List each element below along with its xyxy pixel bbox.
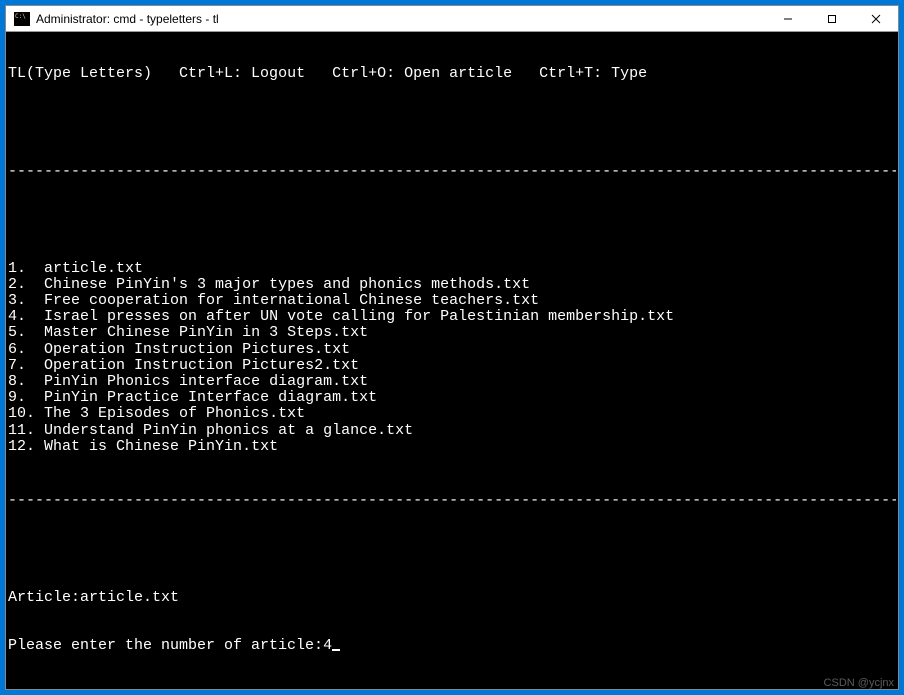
file-number: 7. [8,357,26,374]
article-value: article.txt [80,590,179,606]
divider-bottom: ----------------------------------------… [8,493,896,509]
bottom-section: ----------------------------------------… [8,460,896,687]
maximize-button[interactable] [810,6,854,31]
file-name: Free cooperation for international Chine… [44,292,539,309]
file-item: 4. Israel presses on after UN vote calli… [8,309,896,325]
file-number: 10. [8,405,35,422]
file-item: 6. Operation Instruction Pictures.txt [8,342,896,358]
minimize-button[interactable] [766,6,810,31]
shortcut-open: Ctrl+O: Open article [332,66,512,82]
cmd-window: Administrator: cmd - typeletters - tl TL… [5,5,899,690]
file-number: 2. [8,276,26,293]
window-controls [766,6,898,31]
window-title: Administrator: cmd - typeletters - tl [36,12,766,26]
file-item: 10. The 3 Episodes of Phonics.txt [8,406,896,422]
blank-line [8,541,896,557]
file-item: 7. Operation Instruction Pictures2.txt [8,358,896,374]
divider-top: ----------------------------------------… [8,164,896,180]
cursor-icon [332,649,340,651]
blank-line [8,212,896,228]
file-item: 1. article.txt [8,261,896,277]
file-item: 2. Chinese PinYin's 3 major types and ph… [8,277,896,293]
header-line: TL(Type Letters) Ctrl+L: Logout Ctrl+O: … [8,66,896,82]
file-number: 3. [8,292,26,309]
file-name: Operation Instruction Pictures2.txt [44,357,359,374]
file-number: 1. [8,260,26,277]
file-name: Chinese PinYin's 3 major types and phoni… [44,276,530,293]
cmd-icon [14,12,30,26]
file-item: 5. Master Chinese PinYin in 3 Steps.txt [8,325,896,341]
prompt-input-value[interactable]: 4 [323,638,332,654]
file-name: Understand PinYin phonics at a glance.tx… [44,422,413,439]
file-name: The 3 Episodes of Phonics.txt [44,405,305,422]
app-name: TL(Type Letters) [8,66,152,82]
file-number: 6. [8,341,26,358]
file-name: article.txt [44,260,143,277]
watermark: CSDN @ycjnx [824,677,894,689]
titlebar[interactable]: Administrator: cmd - typeletters - tl [6,6,898,32]
file-item: 3. Free cooperation for international Ch… [8,293,896,309]
file-item: 12. What is Chinese PinYin.txt [8,439,896,455]
file-name: What is Chinese PinYin.txt [44,438,278,455]
file-number: 9. [8,389,26,406]
file-name: PinYin Phonics interface diagram.txt [44,373,368,390]
file-item: 9. PinYin Practice Interface diagram.txt [8,390,896,406]
file-name: Master Chinese PinYin in 3 Steps.txt [44,324,368,341]
close-button[interactable] [854,6,898,31]
file-number: 4. [8,308,26,325]
prompt-label: Please enter the number of article: [8,638,323,654]
file-name: Operation Instruction Pictures.txt [44,341,350,358]
file-number: 8. [8,373,26,390]
file-number: 5. [8,324,26,341]
article-line: Article:article.txt [8,590,896,606]
blank-line [8,115,896,131]
prompt-line[interactable]: Please enter the number of article:4 [8,638,896,654]
shortcut-type: Ctrl+T: Type [539,66,647,82]
shortcut-logout: Ctrl+L: Logout [179,66,305,82]
file-item: 11. Understand PinYin phonics at a glanc… [8,423,896,439]
terminal-body[interactable]: TL(Type Letters) Ctrl+L: Logout Ctrl+O: … [6,32,898,689]
file-number: 11. [8,422,35,439]
article-label: Article: [8,590,80,606]
file-name: PinYin Practice Interface diagram.txt [44,389,377,406]
file-item: 8. PinYin Phonics interface diagram.txt [8,374,896,390]
file-list: 1. article.txt2. Chinese PinYin's 3 majo… [8,261,896,455]
file-number: 12. [8,438,35,455]
file-name: Israel presses on after UN vote calling … [44,308,674,325]
